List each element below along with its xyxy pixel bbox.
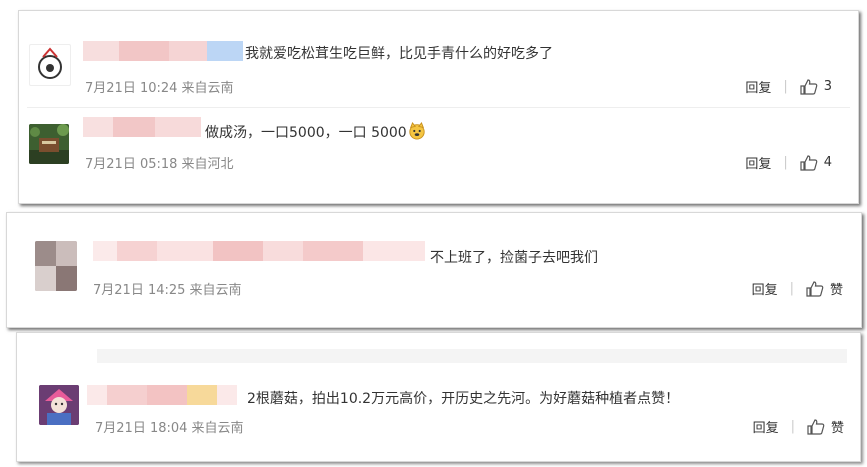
action-separator: |	[783, 155, 788, 170]
comment-actions: 回复 | 4	[745, 153, 832, 172]
comment-meta: 7月21日 14:25 来自云南	[93, 283, 242, 298]
avatar[interactable]	[39, 385, 79, 425]
username-blurred[interactable]	[83, 41, 243, 61]
thumbs-up-icon	[806, 280, 824, 297]
avatar[interactable]	[29, 44, 71, 86]
like-button[interactable]: 赞	[807, 417, 844, 436]
comment-actions: 回复 | 赞	[753, 417, 844, 436]
reply-button[interactable]: 回复	[745, 153, 771, 172]
username-blurred[interactable]	[93, 241, 425, 261]
comment-actions: 回复 | 3	[745, 77, 832, 96]
dog-face-emoji-icon	[409, 122, 425, 140]
comment-meta: 7月21日 05:18 来自河北	[85, 157, 234, 172]
reply-button[interactable]: 回复	[752, 279, 778, 298]
avatar-blurred-icon	[35, 241, 77, 291]
username-blurred[interactable]	[83, 117, 201, 137]
comment-text: 2根蘑菇，拍出10.2万元高价，开历史之先河。为好蘑菇种植者点赞！	[247, 391, 680, 407]
like-label: 赞	[830, 421, 844, 436]
thumbs-up-icon	[800, 78, 818, 95]
action-separator: |	[790, 419, 795, 434]
thumbs-up-icon	[800, 154, 818, 171]
comment-text: 我就爱吃松茸生吃巨鲜，比见手青什么的好吃多了	[245, 46, 553, 62]
comment-text: 不上班了，捡菌子去吧我们	[430, 250, 598, 266]
comment-actions: 回复 | 赞	[752, 279, 843, 298]
comment-text: 做成汤，一口5000，一口 5000	[205, 122, 426, 142]
like-count: 3	[823, 79, 832, 94]
comment-meta: 7月21日 18:04 来自云南	[95, 421, 244, 436]
action-separator: |	[783, 79, 788, 94]
comment-card-3: 2根蘑菇，拍出10.2万元高价，开历史之先河。为好蘑菇种植者点赞！ 7月21日 …	[16, 332, 861, 462]
like-label: 赞	[829, 283, 843, 298]
thumbs-up-icon	[807, 418, 825, 435]
comment-text-content: 做成汤，一口5000，一口 5000	[205, 125, 407, 141]
like-button[interactable]: 4	[800, 154, 832, 171]
avatar-character-icon	[39, 385, 79, 425]
like-button[interactable]: 3	[800, 78, 832, 95]
comment-divider	[27, 107, 850, 108]
avatar[interactable]	[29, 124, 69, 164]
reply-button[interactable]: 回复	[745, 77, 771, 96]
comment-meta: 7月21日 10:24 来自云南	[85, 81, 234, 96]
avatar[interactable]	[35, 241, 77, 291]
avatar-landscape-icon	[29, 124, 69, 164]
reply-button[interactable]: 回复	[753, 417, 779, 436]
comment-card-1: 我就爱吃松茸生吃巨鲜，比见手青什么的好吃多了 7月21日 10:24 来自云南 …	[18, 10, 859, 204]
username-blurred[interactable]	[87, 385, 237, 405]
previous-content-blurred	[97, 349, 847, 363]
comment-card-2: 不上班了，捡菌子去吧我们 7月21日 14:25 来自云南 回复 | 赞	[6, 212, 862, 328]
avatar-figure-icon	[38, 47, 62, 79]
action-separator: |	[789, 281, 794, 296]
like-button[interactable]: 赞	[806, 279, 843, 298]
like-count: 4	[823, 155, 832, 170]
